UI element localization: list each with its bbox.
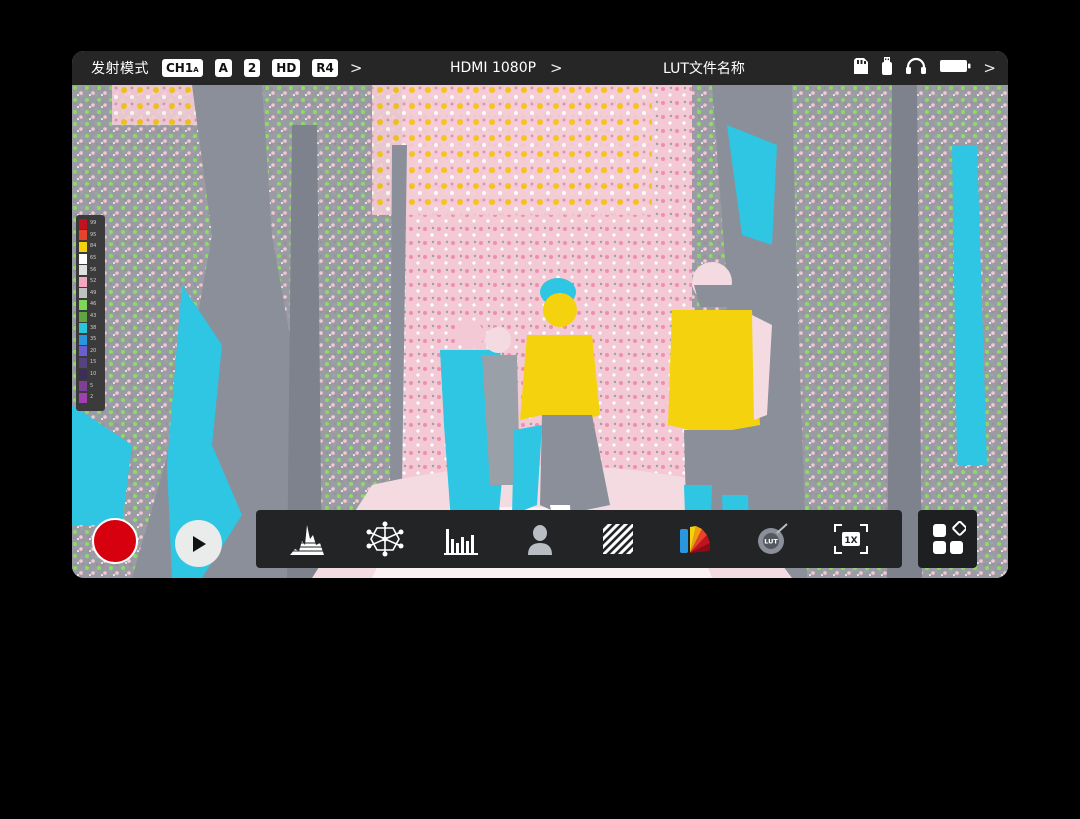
legend-swatch: [79, 323, 87, 334]
apps-grid-icon: [932, 521, 966, 554]
legend-value: 43: [90, 313, 97, 320]
legend-value: 10: [90, 371, 97, 378]
legend-swatch: [79, 288, 87, 299]
legend-row: 15: [79, 357, 102, 369]
legend-value: 35: [90, 336, 97, 343]
rate-badge: R4: [312, 59, 338, 77]
legend-row: 38: [79, 322, 102, 334]
legend-swatch: [79, 346, 87, 357]
legend-row: 2: [79, 392, 102, 404]
record-button[interactable]: [92, 518, 138, 564]
play-button[interactable]: [175, 520, 222, 567]
legend-row: 99: [79, 218, 102, 230]
chevron-right-icon[interactable]: >: [350, 59, 363, 77]
legend-value: 49: [90, 289, 97, 296]
legend-row: 65: [79, 253, 102, 265]
legend-swatch: [79, 357, 87, 368]
legend-value: 52: [90, 278, 97, 285]
legend-row: 84: [79, 241, 102, 253]
legend-swatch: [79, 299, 87, 310]
histogram-icon: [444, 529, 479, 555]
legend-row: 43: [79, 311, 102, 323]
lut-name[interactable]: LUT文件名称: [663, 51, 745, 85]
zebra-button[interactable]: [596, 517, 640, 561]
legend-row: 20: [79, 346, 102, 358]
zebra-icon: [602, 524, 633, 554]
svg-text:LUT: LUT: [765, 538, 779, 546]
legend-swatch: [79, 392, 87, 403]
legend-swatch: [79, 369, 87, 380]
legend-value: 5: [90, 382, 94, 389]
svg-text:1X: 1X: [845, 536, 858, 546]
legend-row: 10: [79, 369, 102, 381]
lut-name-label: LUT文件名称: [663, 61, 745, 77]
legend-row: 46: [79, 299, 102, 311]
transmit-info[interactable]: 发射模式 CH1A A 2 HD R4 >: [91, 51, 362, 85]
legend-swatch: [79, 334, 87, 345]
transmit-mode-label: 发射模式: [91, 61, 149, 77]
legend-row: 56: [79, 264, 102, 276]
legend-swatch: [79, 381, 87, 392]
legend-swatch: [79, 253, 87, 264]
input-source[interactable]: HDMI 1080P >: [450, 51, 563, 85]
status-bar: 发射模式 CH1A A 2 HD R4 > HDMI 1080P > LUT文件…: [72, 51, 1008, 85]
tool-bar: LUT 1X: [256, 510, 902, 568]
waveform-icon: [289, 525, 324, 555]
false-color-icon: [679, 526, 710, 553]
vectorscope-icon: [366, 521, 404, 557]
legend-value: 65: [90, 255, 97, 262]
input-label: HDMI 1080P: [450, 60, 537, 76]
person-icon: [528, 525, 553, 555]
sd-card-icon: [853, 57, 869, 79]
channel-badge: CH1A: [162, 59, 203, 77]
play-icon: [192, 535, 206, 552]
skin-tone-button[interactable]: [518, 517, 562, 561]
vectorscope-button[interactable]: [363, 517, 407, 561]
legend-value: 15: [90, 359, 97, 366]
legend-value: 2: [90, 394, 94, 401]
video-preview[interactable]: [72, 85, 1008, 578]
legend-row: 35: [79, 334, 102, 346]
false-color-legend: 99 95 84 65 56 52 49 46 43 38 35 20 15 10 5 2: [76, 215, 105, 411]
legend-swatch: [79, 311, 87, 322]
headphone-icon: [905, 57, 927, 79]
chevron-right-icon[interactable]: >: [983, 59, 996, 77]
legend-swatch: [79, 230, 87, 241]
legend-value: 46: [90, 301, 97, 308]
legend-swatch: [79, 241, 87, 252]
battery-icon: [939, 58, 971, 78]
legend-swatch: [79, 276, 87, 287]
false-color-button[interactable]: [674, 517, 718, 561]
zoom-1x-icon: 1X: [834, 524, 869, 554]
apps-menu-button[interactable]: [918, 510, 977, 568]
legend-row: 5: [79, 380, 102, 392]
legend-value: 99: [90, 220, 97, 227]
status-icons: >: [853, 51, 996, 85]
audio-channel-badge: 2: [243, 59, 261, 77]
waveform-button[interactable]: [285, 517, 329, 561]
legend-value: 20: [90, 347, 97, 354]
legend-value: 38: [90, 324, 97, 331]
usb-drive-icon: [881, 56, 893, 80]
zoom-button[interactable]: 1X: [829, 517, 873, 561]
histogram-button[interactable]: [440, 517, 484, 561]
audio-badge: A: [214, 59, 232, 77]
legend-row: 49: [79, 288, 102, 300]
legend-swatch: [79, 265, 87, 276]
lut-button[interactable]: LUT: [751, 517, 795, 561]
legend-row: 52: [79, 276, 102, 288]
quality-badge: HD: [272, 59, 301, 77]
legend-value: 56: [90, 266, 97, 273]
lut-icon: LUT: [758, 523, 789, 554]
legend-swatch: [79, 218, 87, 229]
legend-value: 84: [90, 243, 97, 250]
legend-value: 95: [90, 231, 97, 238]
legend-row: 95: [79, 230, 102, 242]
monitor-screen: 发射模式 CH1A A 2 HD R4 > HDMI 1080P > LUT文件…: [72, 51, 1008, 578]
chevron-right-icon[interactable]: >: [550, 59, 563, 77]
